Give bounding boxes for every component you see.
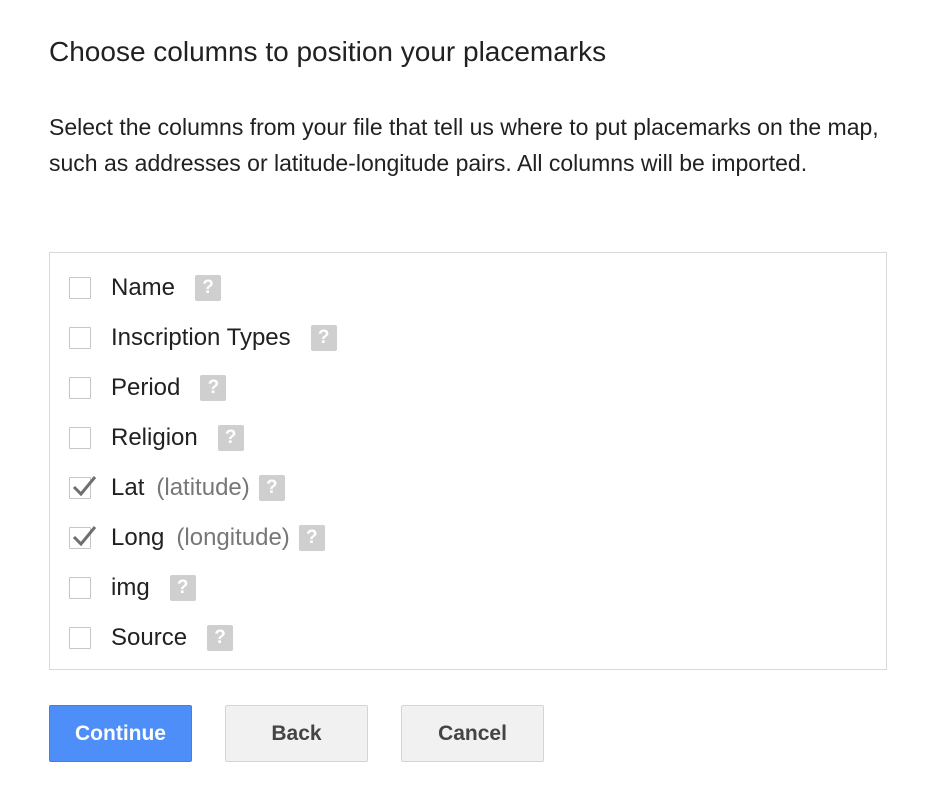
column-label: img [111, 574, 150, 601]
continue-button[interactable]: Continue [49, 705, 192, 762]
column-label: Name [111, 274, 176, 301]
help-icon[interactable]: ? [298, 525, 325, 551]
page-title: Choose columns to position your placemar… [49, 36, 607, 67]
help-icon[interactable]: ? [169, 575, 196, 601]
help-icon[interactable]: ? [310, 325, 337, 351]
column-checkbox-inscription-types[interactable] [69, 327, 91, 349]
help-icon[interactable]: ? [200, 375, 227, 401]
column-label: Inscription Types [111, 324, 291, 351]
column-checkbox-name[interactable] [69, 277, 91, 299]
column-checkbox-lat[interactable] [69, 476, 97, 499]
help-icon[interactable]: ? [207, 625, 234, 651]
column-type-hint: (longitude) [176, 524, 290, 551]
columns-list: Name ? Inscription Types ? Period ? Reli… [49, 252, 887, 670]
column-label: Source [111, 624, 188, 651]
checkmark-icon [72, 526, 97, 547]
instructions-text: Select the columns from your file that t… [49, 114, 879, 176]
column-label: Long [111, 524, 165, 551]
column-type-hint: (latitude) [156, 474, 250, 501]
column-checkbox-religion[interactable] [69, 427, 91, 449]
help-icon[interactable]: ? [258, 475, 285, 501]
cancel-button[interactable]: Cancel [401, 705, 544, 762]
column-checkbox-long[interactable] [69, 526, 97, 549]
column-checkbox-img[interactable] [69, 577, 91, 599]
column-label: Religion [111, 424, 198, 451]
column-checkbox-period[interactable] [69, 377, 91, 399]
column-label: Lat [111, 474, 145, 501]
column-checkbox-source[interactable] [69, 627, 91, 649]
checkmark-icon [72, 476, 97, 497]
column-label: Period [111, 374, 181, 401]
help-icon[interactable]: ? [217, 425, 244, 451]
help-icon[interactable]: ? [195, 275, 222, 301]
back-button[interactable]: Back [225, 705, 368, 762]
